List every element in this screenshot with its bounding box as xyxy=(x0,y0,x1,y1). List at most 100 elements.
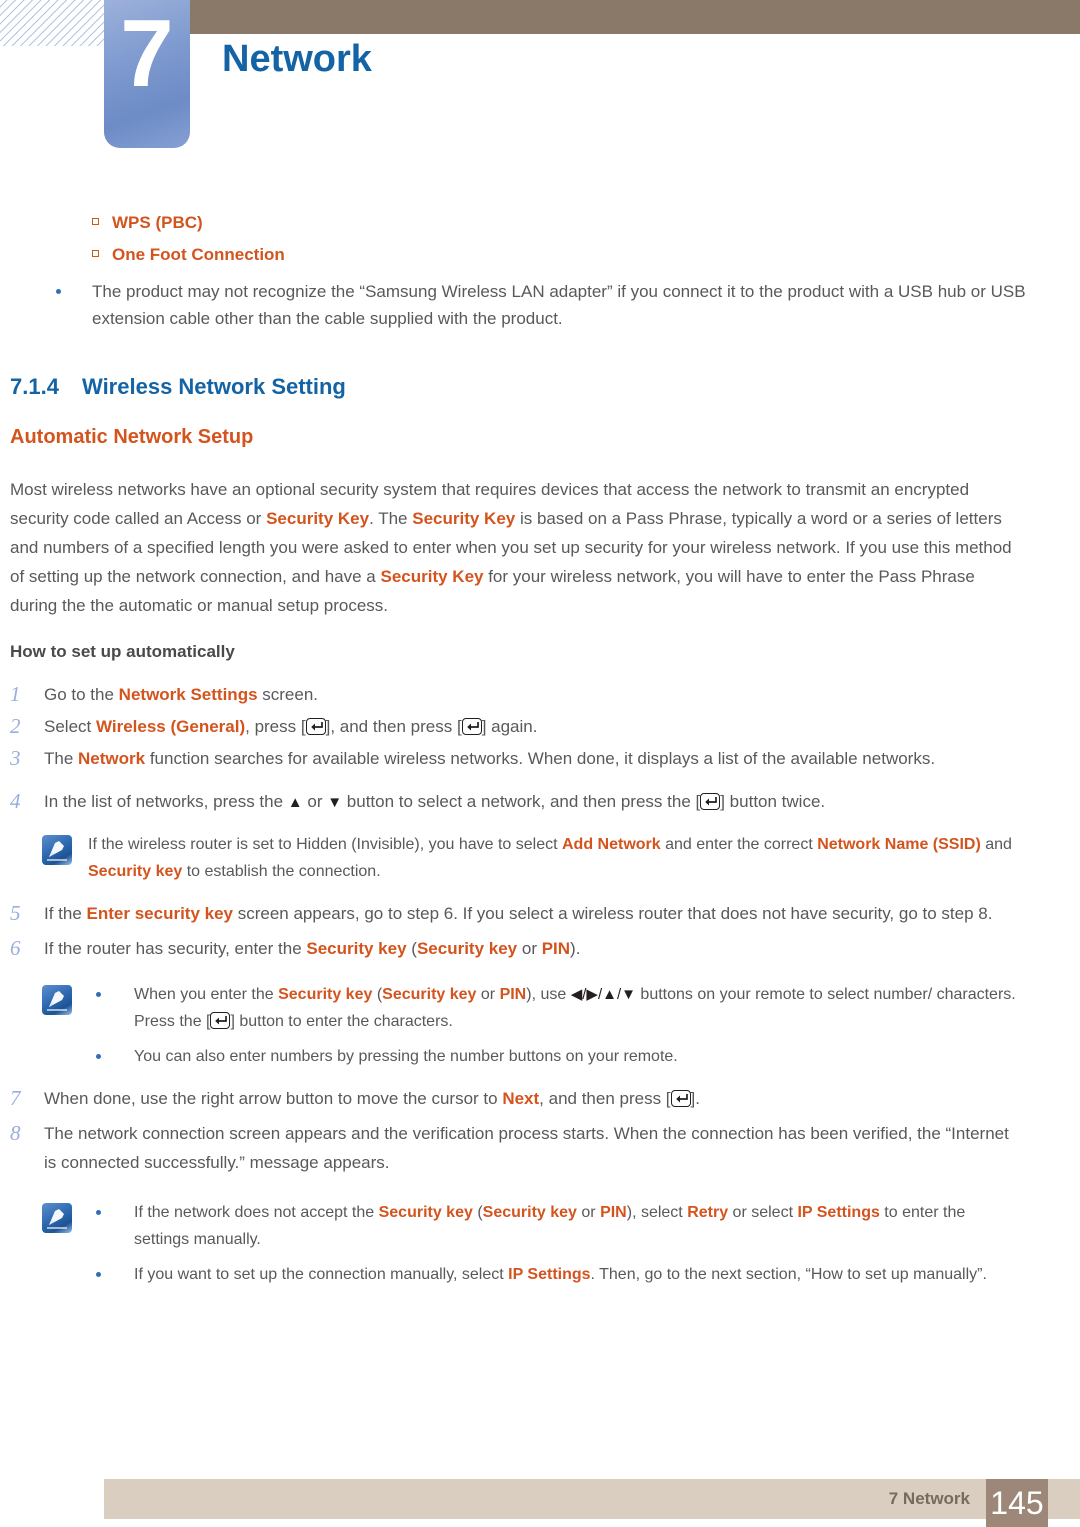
text-run: and enter the correct xyxy=(660,836,818,853)
dot-bullet-icon xyxy=(96,1210,101,1215)
page-number: 145 xyxy=(986,1479,1048,1527)
square-bullet-icon xyxy=(92,218,99,225)
step-number: 8 xyxy=(10,1121,21,1145)
text-run: or xyxy=(517,939,542,958)
step-item: 4 In the list of networks, press the ▲ o… xyxy=(0,787,1018,817)
dot-bullet-icon xyxy=(56,289,61,294)
text-run: . Then, go to the next section, “How to … xyxy=(590,1266,987,1283)
dot-bullet-icon xyxy=(96,1054,101,1059)
page-footer: 7 Network 145 xyxy=(104,1479,1080,1527)
intro-paragraph: Most wireless networks have an optional … xyxy=(0,475,1080,620)
note-pencil-icon xyxy=(42,985,72,1015)
text-run: ], and then press [ xyxy=(325,717,462,736)
hatch-decoration xyxy=(0,0,106,46)
text-run: or xyxy=(476,986,500,1003)
direction-arrow-icon: ▼ xyxy=(327,794,343,811)
text-run: If the wireless router is set to Hidden … xyxy=(88,836,562,853)
text-run: The network connection screen appears an… xyxy=(44,1124,1009,1172)
highlight-term: Security key xyxy=(482,1204,577,1221)
text-run: If the network does not accept the xyxy=(134,1204,379,1221)
text-run: ), use xyxy=(526,986,571,1003)
enter-key-icon xyxy=(670,1090,691,1107)
text-run: function searches for available wireless… xyxy=(145,749,936,768)
step-number: 4 xyxy=(10,789,21,813)
highlight-term: Security Key xyxy=(412,509,516,528)
square-bullet-icon xyxy=(92,250,99,257)
step-text: Select Wireless (General), press [ ], and… xyxy=(44,717,537,736)
text-run: You can also enter numbers by pressing t… xyxy=(134,1048,678,1065)
page-content: WPS (PBC) One Foot Connection The produc… xyxy=(0,160,1080,1302)
steps-group-a: 1 Go to the Network Settings screen. 2 S… xyxy=(0,680,1080,817)
highlight-term: PIN xyxy=(600,1204,627,1221)
note-pencil-icon xyxy=(42,835,72,865)
text-run: Select xyxy=(44,717,96,736)
text-run: screen appears, go to step 6. If you sel… xyxy=(233,904,993,923)
step-item: 3 The Network function searches for avai… xyxy=(0,744,1018,773)
note-line-text: When you enter the Security key (Securit… xyxy=(134,986,1016,1030)
text-run: ]. xyxy=(690,1089,700,1108)
text-run: , press [ xyxy=(245,717,306,736)
steps-group-c: 7 When done, use the right arrow button … xyxy=(0,1084,1080,1177)
list-item: One Foot Connection xyxy=(0,240,1080,270)
header-brown-bar xyxy=(190,0,1080,34)
step-number: 1 xyxy=(10,682,21,706)
text-run: ] button twice. xyxy=(720,792,826,811)
highlight-term: Security Key xyxy=(266,509,370,528)
note-line-text: If you want to set up the connection man… xyxy=(134,1266,987,1283)
highlight-term: Network Settings xyxy=(118,685,258,704)
list-item-label: WPS (PBC) xyxy=(112,213,203,232)
text-run: If the xyxy=(44,904,87,923)
highlight-term: PIN xyxy=(499,986,527,1003)
section-title: Wireless Network Setting xyxy=(82,374,346,399)
highlight-term: Security key xyxy=(382,986,477,1003)
how-to-label: How to set up automatically xyxy=(10,642,235,661)
highlight-term: Network xyxy=(78,749,146,768)
step-number: 5 xyxy=(10,901,21,925)
highlight-term: PIN xyxy=(541,939,571,958)
step-text: When done, use the right arrow button to… xyxy=(44,1089,700,1108)
highlight-term: Enter security key xyxy=(86,904,233,923)
dot-bullet-icon xyxy=(96,992,101,997)
step-text: Go to the Network Settings screen. xyxy=(44,685,318,704)
highlight-term: Next xyxy=(502,1089,540,1108)
list-item: The product may not recognize the “Samsu… xyxy=(0,278,1080,332)
step-item: 8 The network connection screen appears … xyxy=(0,1119,1018,1177)
text-run: or xyxy=(576,1204,601,1221)
text-run: , and then press [ xyxy=(539,1089,671,1108)
enter-key-icon xyxy=(210,1012,231,1029)
step-number: 6 xyxy=(10,936,21,960)
direction-arrow-icon: ◀/▶/▲/▼ xyxy=(570,986,636,1003)
direction-arrow-icon: ▲ xyxy=(287,794,303,811)
sub-heading: Automatic Network Setup xyxy=(10,426,254,448)
note-line-text: If the network does not accept the Secur… xyxy=(134,1204,965,1248)
step-text: The network connection screen appears an… xyxy=(44,1124,1009,1172)
footer-chapter-label: 7 Network xyxy=(888,1489,970,1508)
highlight-term: Wireless (General) xyxy=(95,717,246,736)
step-item: 7 When done, use the right arrow button … xyxy=(0,1084,1018,1113)
note-line-text: You can also enter numbers by pressing t… xyxy=(134,1048,678,1065)
highlight-term: Security key xyxy=(278,986,373,1003)
list-item: WPS (PBC) xyxy=(0,208,1080,238)
note-line: If the wireless router is set to Hidden … xyxy=(88,831,1018,885)
note-line: If the network does not accept the Secur… xyxy=(88,1199,1018,1253)
highlight-term: Security Key xyxy=(380,567,484,586)
text-run: ( xyxy=(472,1204,483,1221)
chapter-tab: 7 xyxy=(104,0,190,148)
highlight-term: Retry xyxy=(687,1204,729,1221)
text-run: to establish the connection. xyxy=(182,863,381,880)
note-box: If the wireless router is set to Hidden … xyxy=(0,831,1080,885)
step-number: 7 xyxy=(10,1086,21,1110)
step-text: If the router has security, enter the Se… xyxy=(44,939,580,958)
list-item-text: The product may not recognize the “Samsu… xyxy=(92,282,1026,328)
step-item: 1 Go to the Network Settings screen. xyxy=(0,680,1018,709)
highlight-term: Security key xyxy=(416,939,518,958)
note-pencil-icon xyxy=(42,1203,72,1233)
step-text: In the list of networks, press the ▲ or … xyxy=(44,792,825,811)
text-run: and xyxy=(980,836,1012,853)
chapter-title: Network xyxy=(222,38,372,80)
note-line: You can also enter numbers by pressing t… xyxy=(88,1043,1018,1070)
text-run: ), select xyxy=(626,1204,688,1221)
step-number: 3 xyxy=(10,746,21,770)
step-number: 2 xyxy=(10,714,21,738)
list-item-label: One Foot Connection xyxy=(112,245,285,264)
